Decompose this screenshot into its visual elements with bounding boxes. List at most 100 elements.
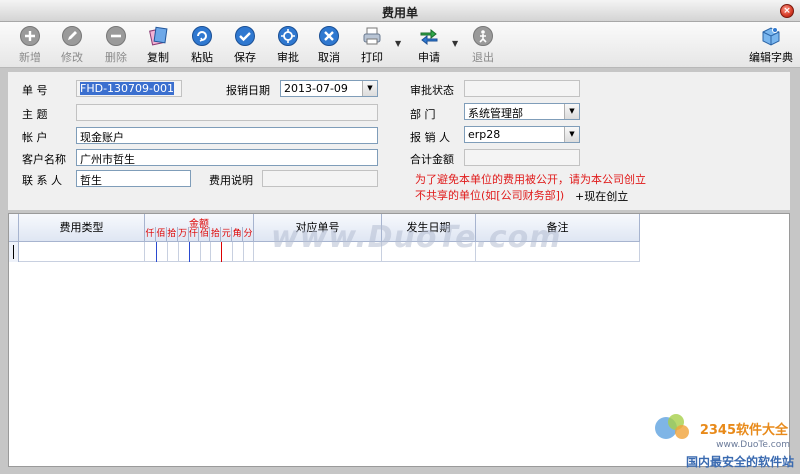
col-amount[interactable]: 金额 仟佰拾万仟佰拾元角分 bbox=[145, 214, 254, 242]
col-expense-type[interactable]: 费用类型 bbox=[19, 214, 145, 242]
account-label: 帐 户 bbox=[22, 131, 48, 144]
contact-field[interactable]: 哲生 bbox=[76, 170, 191, 187]
cancel-label: 取消 bbox=[318, 51, 340, 64]
watermark-logo: 2345软件大全 bbox=[699, 423, 788, 438]
subject-field[interactable] bbox=[76, 104, 378, 121]
doc-no-value: FHD-130709-001 bbox=[80, 82, 174, 95]
total-amount-label: 合计金额 bbox=[410, 153, 454, 166]
print-label: 打印 bbox=[361, 51, 383, 64]
account-field[interactable]: 现金账户 bbox=[76, 127, 378, 144]
amount-digit-header: 佰 bbox=[156, 227, 167, 241]
claimant-label: 报 销 人 bbox=[410, 131, 450, 144]
exit-button[interactable]: 退出 bbox=[467, 25, 499, 65]
warning-line-1: 为了避免本单位的费用被公开，请为本公司创立 bbox=[415, 173, 646, 186]
department-label: 部 门 bbox=[410, 108, 436, 121]
doc-no-label: 单 号 bbox=[22, 84, 48, 97]
claim-date-picker[interactable]: 2013-07-09 ▼ bbox=[280, 80, 378, 97]
copy-button[interactable]: 复制 bbox=[142, 25, 174, 65]
grid-corner bbox=[9, 214, 19, 242]
check-circle-icon bbox=[235, 26, 255, 46]
watermark-url: www.DuoTe.com bbox=[716, 440, 790, 450]
approval-status-label: 审批状态 bbox=[410, 84, 454, 97]
cancel-icon bbox=[319, 26, 339, 46]
amount-digit-header: 角 bbox=[232, 227, 244, 241]
edit-button[interactable]: 修改 bbox=[56, 25, 88, 65]
claim-date-label: 报销日期 bbox=[226, 84, 270, 97]
copy-label: 复制 bbox=[147, 51, 169, 64]
amount-digit-header: 元 bbox=[221, 227, 233, 241]
amount-digit-header: 拾 bbox=[167, 227, 178, 241]
amount-digit-divider bbox=[221, 242, 223, 262]
amount-digit-divider bbox=[232, 242, 234, 262]
exit-label: 退出 bbox=[472, 51, 494, 64]
minus-circle-icon bbox=[106, 26, 126, 46]
printer-icon bbox=[363, 27, 381, 45]
add-label: 新增 bbox=[19, 51, 41, 64]
watermark-center: www.DuoTe.com bbox=[271, 220, 562, 255]
toolbar: 新增 修改 删除 复制 粘贴 保存 审批 取消 打印 ▼ 申请 ▼ 退出 编辑字… bbox=[0, 22, 800, 68]
pencil-circle-icon bbox=[62, 26, 82, 46]
text-cursor bbox=[13, 245, 14, 259]
amount-digit-divider bbox=[210, 242, 212, 262]
approve-label: 审批 bbox=[277, 51, 299, 64]
save-label: 保存 bbox=[234, 51, 256, 64]
create-unit-link[interactable]: +现在创立 bbox=[575, 188, 628, 204]
edit-label: 修改 bbox=[61, 51, 83, 64]
paste-label: 粘贴 bbox=[191, 51, 213, 64]
copy-icon bbox=[149, 26, 168, 46]
amount-digit-header: 仟 bbox=[145, 227, 156, 241]
print-button[interactable]: 打印 bbox=[355, 25, 389, 65]
edit-dictionary-label: 编辑字典 bbox=[749, 51, 793, 64]
subject-label: 主 题 bbox=[22, 108, 48, 121]
cancel-button[interactable]: 取消 bbox=[313, 25, 345, 65]
expense-note-label: 费用说明 bbox=[209, 174, 253, 187]
chevron-down-icon: ▼ bbox=[452, 39, 459, 48]
print-dropdown[interactable]: ▼ bbox=[393, 25, 403, 65]
header-form: 单 号 FHD-130709-001 报销日期 2013-07-09 ▼ 主 题… bbox=[8, 72, 790, 210]
approval-status-field[interactable] bbox=[464, 80, 580, 97]
claimant-select[interactable]: erp28 ▼ bbox=[464, 126, 580, 143]
apply-button[interactable]: 申请 bbox=[412, 25, 446, 65]
customer-field[interactable]: 广州市哲生 bbox=[76, 149, 378, 166]
chevron-down-icon[interactable]: ▼ bbox=[362, 81, 377, 96]
delete-button[interactable]: 删除 bbox=[100, 25, 132, 65]
save-button[interactable]: 保存 bbox=[229, 25, 261, 65]
amount-digit-divider bbox=[166, 242, 168, 262]
amount-digit-header: 仟 bbox=[189, 227, 200, 241]
exit-icon bbox=[473, 26, 493, 46]
paste-button[interactable]: 粘贴 bbox=[186, 25, 218, 65]
chevron-down-icon[interactable]: ▼ bbox=[564, 104, 579, 119]
approve-button[interactable]: 审批 bbox=[272, 25, 304, 65]
watermark-slogan: 国内最安全的软件站 bbox=[685, 455, 794, 469]
apply-dropdown[interactable]: ▼ bbox=[450, 25, 460, 65]
total-amount-field[interactable] bbox=[464, 149, 580, 166]
doc-no-field[interactable]: FHD-130709-001 bbox=[76, 80, 182, 97]
plus-circle-icon bbox=[20, 26, 40, 46]
title-bar: 费用单 × bbox=[0, 0, 800, 22]
cell-expense-type[interactable] bbox=[19, 242, 145, 262]
close-icon[interactable]: × bbox=[780, 4, 794, 18]
apply-label: 申请 bbox=[418, 51, 440, 64]
chevron-down-icon[interactable]: ▼ bbox=[564, 127, 579, 142]
claimant-value: erp28 bbox=[468, 128, 501, 141]
amount-digit-divider bbox=[188, 242, 190, 262]
row-selector[interactable] bbox=[9, 242, 19, 262]
amount-digit-header: 万 bbox=[178, 227, 189, 241]
expense-note-field[interactable] bbox=[262, 170, 378, 187]
department-select[interactable]: 系统管理部 ▼ bbox=[464, 103, 580, 120]
delete-label: 删除 bbox=[105, 51, 127, 64]
add-button[interactable]: 新增 bbox=[14, 25, 46, 65]
amount-digit-header: 分 bbox=[243, 227, 254, 241]
amount-digit-divider bbox=[155, 242, 157, 262]
amount-digit-divider bbox=[177, 242, 179, 262]
dictionary-icon bbox=[762, 27, 780, 46]
amount-digit-header: 佰 bbox=[199, 227, 211, 241]
apply-arrows-icon bbox=[420, 28, 438, 46]
approve-icon bbox=[278, 26, 298, 46]
chevron-down-icon: ▼ bbox=[395, 39, 402, 48]
amount-digit-divider bbox=[199, 242, 201, 262]
contact-label: 联 系 人 bbox=[22, 174, 62, 187]
window-title: 费用单 bbox=[381, 6, 418, 20]
claim-date-value: 2013-07-09 bbox=[284, 82, 348, 95]
edit-dictionary-button[interactable]: 编辑字典 bbox=[746, 25, 796, 65]
